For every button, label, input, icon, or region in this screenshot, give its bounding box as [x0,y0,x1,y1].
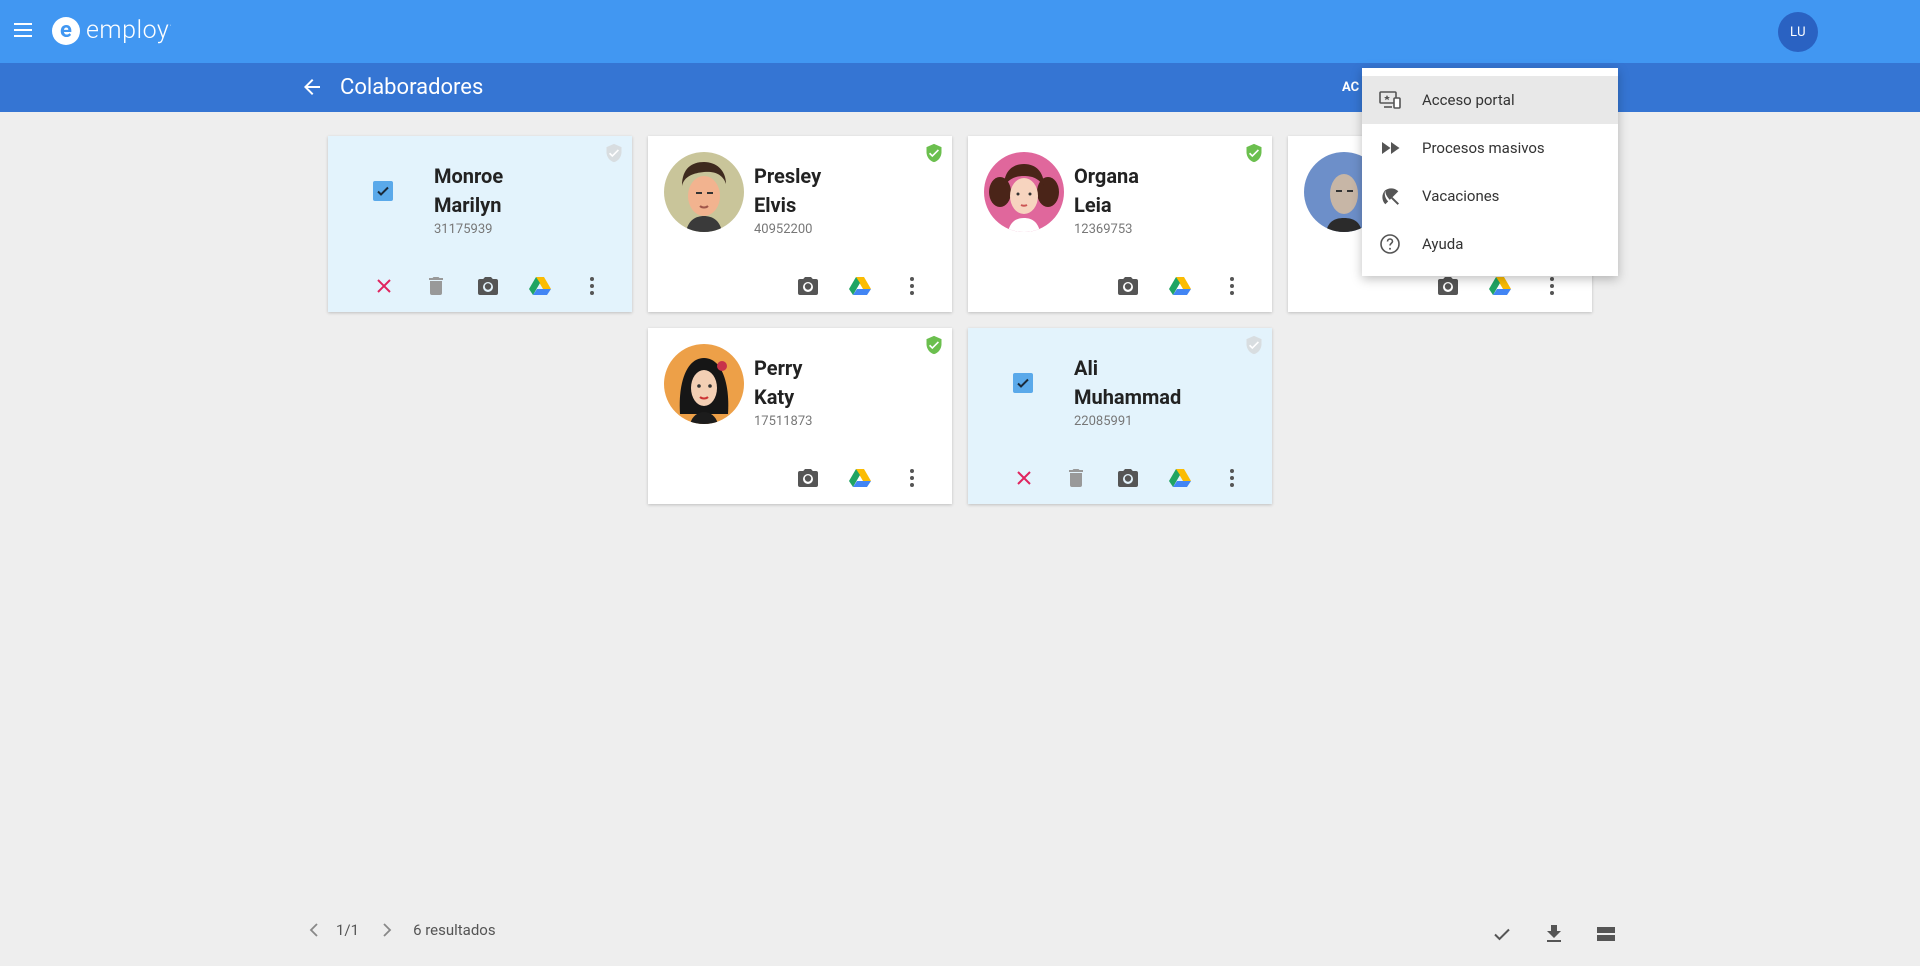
more-vert-icon[interactable] [1220,274,1244,298]
results-count: 6 resultados [413,921,496,939]
employee-name: Presley Elvis [754,164,822,217]
close-icon[interactable] [1012,466,1036,490]
menu-item-vacaciones[interactable]: Vacaciones [1362,172,1618,220]
avatar[interactable] [664,152,744,232]
employee-card[interactable]: Monroe Marilyn 31175939 [328,136,632,312]
employee-name: Monroe Marilyn [434,164,504,217]
check-icon [377,186,389,196]
brand-mark: e [52,16,80,45]
menu-item-label: Acceso portal [1422,91,1515,109]
more-vert-icon[interactable] [580,274,604,298]
check-icon[interactable] [1490,922,1514,946]
google-drive-icon[interactable] [848,274,872,298]
camera-icon[interactable] [1116,274,1140,298]
page-indicator: 1/1 [336,921,360,939]
employee-name: Organa Leia [1074,164,1139,217]
camera-icon[interactable] [796,274,820,298]
fast-forward-icon [1382,142,1400,154]
shield-icon [606,143,622,163]
avatar[interactable] [664,344,744,424]
page-header-bar: Colaboradores AC [0,63,1920,112]
camera-icon[interactable] [1436,274,1460,298]
help-icon [1380,234,1400,254]
back-arrow-icon[interactable] [300,75,324,99]
menu-item-label: Vacaciones [1422,187,1500,205]
hamburger-menu-icon[interactable] [14,20,36,42]
card-actions [968,268,1272,304]
employee-id: 17511873 [754,414,813,429]
employee-name: Perry Katy [754,356,803,409]
download-icon[interactable] [1542,922,1566,946]
top-app-bar: e employ· LU [0,0,1920,63]
user-avatar-button[interactable]: LU [1778,12,1818,52]
close-icon[interactable] [372,274,396,298]
google-drive-icon[interactable] [1168,466,1192,490]
verified-shield-icon [926,335,942,355]
employee-name: Ali Muhammad [1074,356,1182,409]
employee-id: 22085991 [1074,414,1133,429]
menu-item-procesos-masivos[interactable]: Procesos masivos [1362,124,1618,172]
select-checkbox[interactable] [1013,373,1033,393]
menu-item-label: Ayuda [1422,235,1464,253]
google-drive-icon[interactable] [1488,274,1512,298]
avatar[interactable] [984,152,1064,232]
menu-item-ayuda[interactable]: Ayuda [1362,220,1618,268]
card-actions [968,460,1272,496]
brand-logo[interactable]: e employ· [52,16,172,45]
camera-icon[interactable] [476,274,500,298]
card-actions [328,268,632,304]
google-drive-icon[interactable] [1168,274,1192,298]
employee-card[interactable]: Ali Muhammad 22085991 [968,328,1272,504]
employee-card[interactable]: Organa Leia 12369753 [968,136,1272,312]
beach-umbrella-icon [1382,188,1399,205]
google-drive-icon[interactable] [848,466,872,490]
pagination: 1/1 6 resultados [302,918,496,942]
view-list-icon[interactable] [1594,922,1618,946]
verified-shield-icon [926,143,942,163]
employee-card[interactable]: Presley Elvis 40952200 [648,136,952,312]
card-actions [648,460,952,496]
employee-id: 40952200 [754,222,813,237]
camera-icon[interactable] [796,466,820,490]
more-vert-icon[interactable] [900,466,924,490]
menu-item-acceso-portal[interactable]: Acceso portal [1362,76,1618,124]
card-actions [648,268,952,304]
employee-card[interactable]: Perry Katy 17511873 [648,328,952,504]
employee-id: 12369753 [1074,222,1133,237]
header-action-label[interactable]: AC [1342,80,1359,95]
more-vert-icon[interactable] [1540,274,1564,298]
chevron-left-icon[interactable] [302,918,326,942]
verified-shield-icon [1246,143,1262,163]
brand-name: employ· [86,16,173,45]
select-checkbox[interactable] [373,181,393,201]
more-vert-icon[interactable] [900,274,924,298]
trash-icon[interactable] [424,274,448,298]
overflow-menu: Acceso portal Procesos masivos Vacacione… [1362,68,1618,276]
portal-icon [1379,91,1401,109]
google-drive-icon[interactable] [528,274,552,298]
employee-id: 31175939 [434,222,493,237]
check-icon [1017,378,1029,388]
camera-icon[interactable] [1116,466,1140,490]
menu-item-label: Procesos masivos [1422,139,1545,157]
trash-icon[interactable] [1064,466,1088,490]
shield-icon [1246,335,1262,355]
page-title: Colaboradores [340,75,484,100]
chevron-right-icon[interactable] [375,918,399,942]
more-vert-icon[interactable] [1220,466,1244,490]
